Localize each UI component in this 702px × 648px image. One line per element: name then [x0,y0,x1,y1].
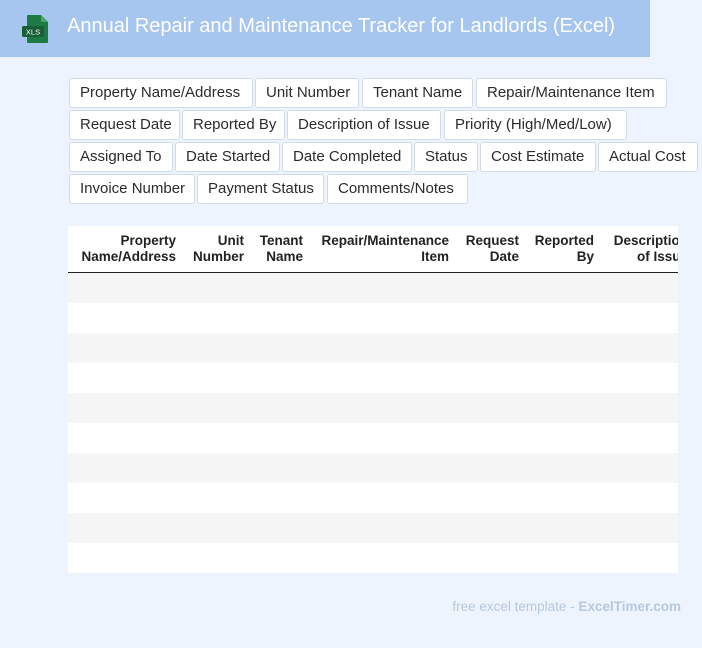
xls-file-icon: XLS [22,15,48,43]
field-chip[interactable]: Priority (High/Med/Low) [444,110,627,140]
field-chip[interactable]: Invoice Number [69,174,195,204]
column-header[interactable]: Reported By [535,233,594,265]
column-header[interactable]: Request Date [466,233,519,265]
field-chip[interactable]: Date Started [175,142,280,172]
footer-prefix: free excel template - [452,599,579,614]
field-chip[interactable]: Repair/Maintenance Item [476,78,667,108]
table-row [68,333,678,363]
table-row [68,303,678,333]
xls-icon-label: XLS [26,28,40,37]
field-chip[interactable]: Actual Cost [598,142,698,172]
field-chip[interactable]: Comments/Notes [327,174,468,204]
table-row [68,273,678,303]
field-chip[interactable]: Assigned To [69,142,173,172]
column-header[interactable]: Property Name/Address [81,233,176,265]
table-row [68,543,678,573]
column-header[interactable]: Repair/Maintenance Item [321,233,449,265]
field-chip[interactable]: Tenant Name [362,78,473,108]
column-header[interactable]: Unit Number [193,233,244,265]
column-header[interactable]: Description of Issue [614,233,678,265]
footer-credit: free excel template - ExcelTimer.com [452,599,681,614]
field-chip[interactable]: Cost Estimate [480,142,596,172]
footer-brand-link[interactable]: ExcelTimer.com [578,599,681,614]
column-header[interactable]: Tenant Name [260,233,303,265]
table-row [68,393,678,423]
field-chip[interactable]: Property Name/Address [69,78,253,108]
table-row [68,483,678,513]
table-header-row: Property Name/Address Unit Number Tenant N… [68,226,678,273]
field-chip[interactable]: Description of Issue [287,110,441,140]
table-row [68,513,678,543]
table-row [68,423,678,453]
field-chip[interactable]: Status [414,142,478,172]
field-chip[interactable]: Date Completed [282,142,412,172]
tracker-table: Property Name/Address Unit Number Tenant N… [68,226,678,573]
field-chip[interactable]: Request Date [69,110,180,140]
table-row [68,363,678,393]
field-chip[interactable]: Payment Status [197,174,324,204]
field-chip[interactable]: Reported By [182,110,285,140]
title-bar: XLS Annual Repair and Maintenance Tracke… [0,0,650,57]
table-row [68,453,678,483]
page-title: Annual Repair and Maintenance Tracker fo… [67,15,616,37]
field-chip[interactable]: Unit Number [255,78,359,108]
